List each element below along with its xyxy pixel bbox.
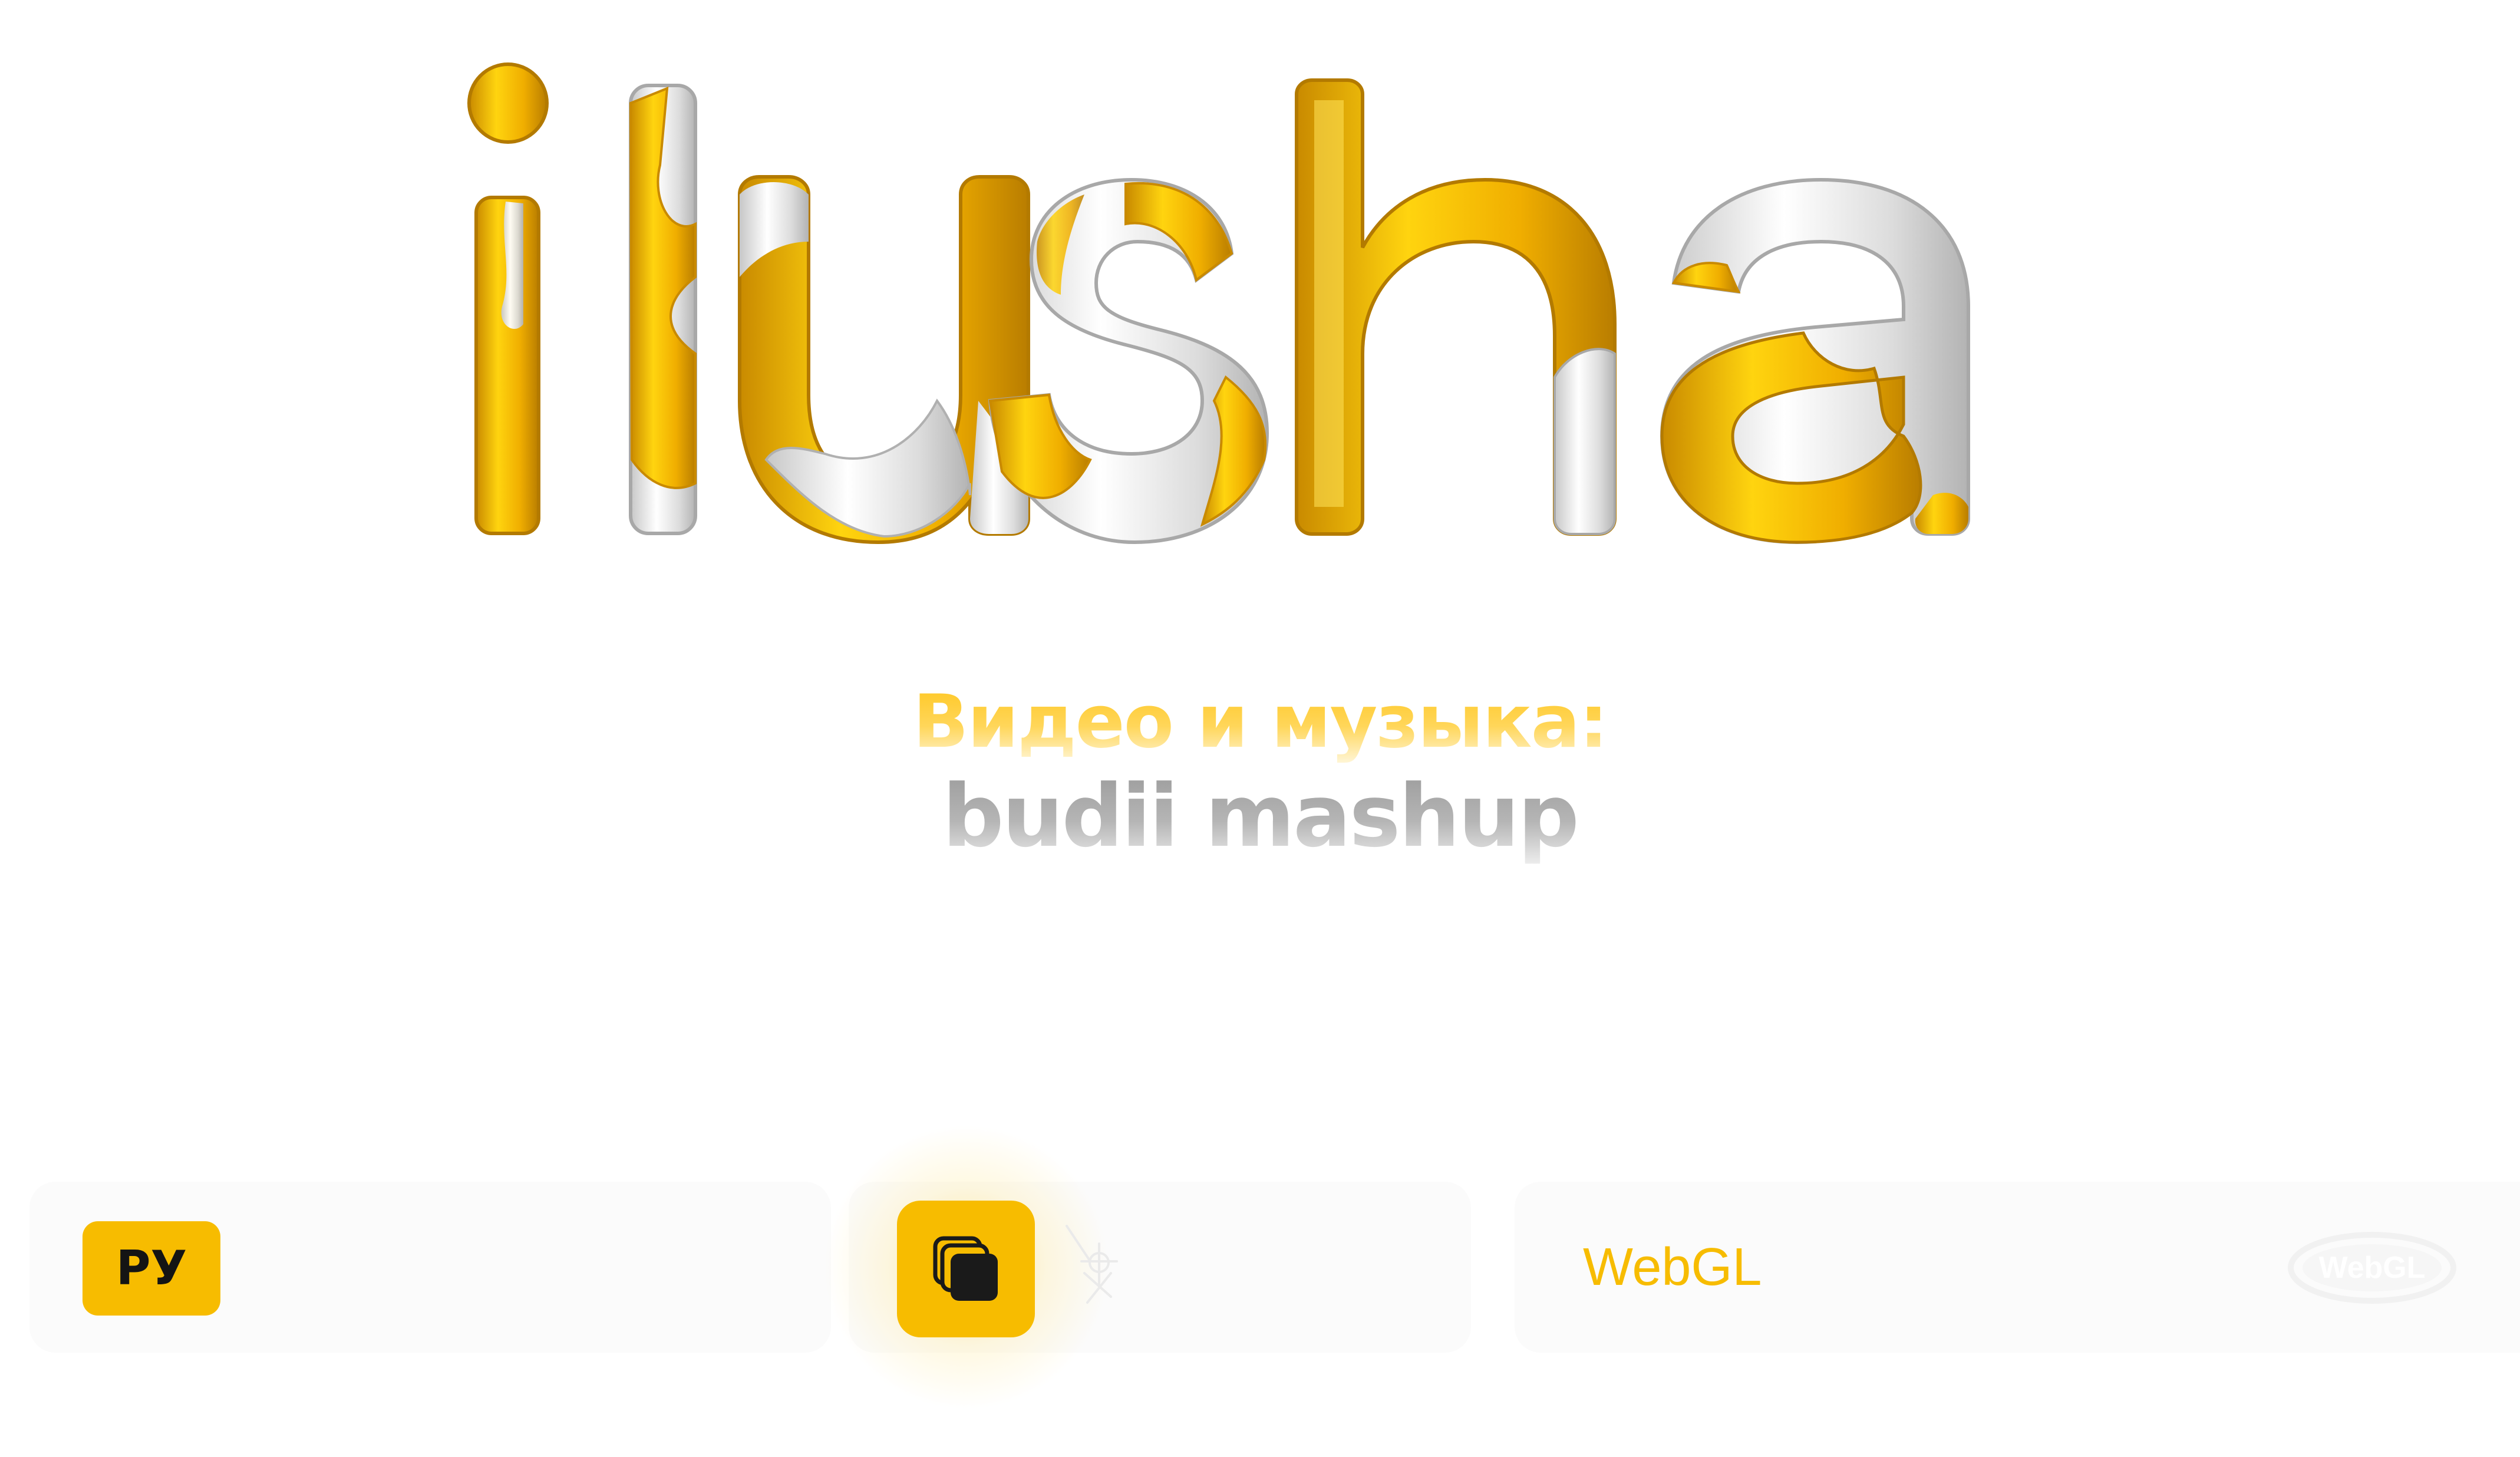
logo-letter-s [988, 177, 1269, 545]
logo-letter-u [738, 175, 1030, 545]
logo-letter-h [1295, 78, 1617, 536]
sparkle-icon [1066, 1225, 1118, 1304]
credits-artist-name: budii mashup [942, 766, 1579, 866]
credits-block: Видео и музыка: budii mashup [0, 678, 2520, 866]
credits-label: Видео и музыка: [913, 678, 1608, 766]
webgl-logo-text: WebGL [2318, 1251, 2425, 1285]
logo-letter-i [467, 62, 549, 535]
hero-logo [448, 47, 2133, 554]
logo-art [467, 62, 1970, 545]
logo-letter-a [1660, 177, 1970, 545]
stacked-cards-icon [933, 1236, 998, 1301]
gallery-button[interactable] [897, 1201, 1035, 1337]
app-screen: Видео и музыка: budii mashup ​ РУ ​ WebG… [0, 0, 2520, 1457]
webgl-logo-icon: WebGL [2288, 1232, 2456, 1304]
language-toggle-button[interactable]: РУ [83, 1221, 220, 1316]
logo-letter-l [629, 84, 697, 535]
renderer-label: WebGL [1583, 1238, 1762, 1297]
